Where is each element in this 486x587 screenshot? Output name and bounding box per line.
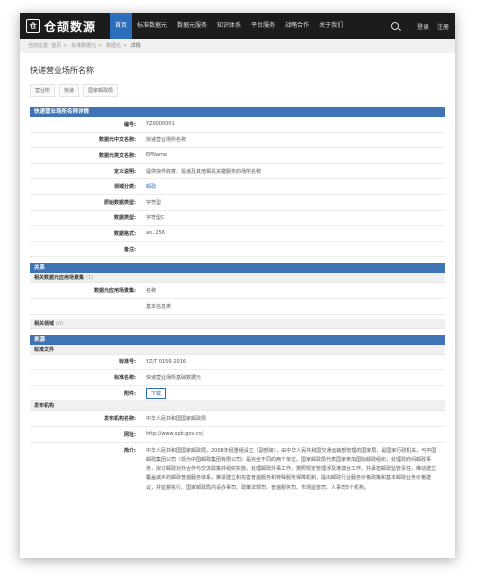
field-count: (0): [56, 320, 64, 327]
row-value: 基本信息类: [146, 303, 172, 310]
row-value: 字符型C: [146, 215, 165, 222]
row-label: 数据元英文名称:: [98, 152, 136, 159]
top-navbar: 仓 仓颉数源 首页 标准数据元 数据元服务 知识体系 平台服务 战略合作 关于我…: [20, 13, 455, 39]
nav-item-knowledge[interactable]: 知识体系: [212, 13, 246, 39]
detail-row: 数据类型: 字符型C: [30, 211, 445, 227]
row-label: 数据元中文名称:: [98, 137, 136, 144]
search-icon[interactable]: [390, 22, 399, 30]
scene-count: (1): [86, 275, 94, 282]
row-value: 提供快件收寄、投递及其他相关关键服务的场所名称: [146, 168, 262, 175]
nav-item-platform[interactable]: 平台服务: [246, 13, 280, 39]
detail-row: 备注:: [30, 242, 445, 258]
nav-item-standard-elements[interactable]: 标准数据元: [132, 13, 172, 39]
logo-icon: 仓: [26, 19, 40, 33]
row-label: 领域分类:: [114, 184, 136, 191]
org-row: 网址: http://www.spb.gov.cn/: [30, 427, 445, 443]
source-header: 来源: [30, 334, 445, 345]
row-label: 数据元应用场景集:: [93, 288, 136, 295]
nav-item-cooperation[interactable]: 战略合作: [280, 13, 314, 39]
nav-actions: 登录 注册: [390, 22, 455, 31]
detail-row: 数据元英文名称: EPName: [30, 148, 445, 164]
detail-row: 领域分类: 邮政: [30, 179, 445, 195]
intro-row: 简介: 中华人民共和国国家邮政局，2008年经重组设立（副部级），由中华人民共和国…: [30, 443, 445, 503]
tag-list: 营业所 快递 国家邮政局: [30, 84, 445, 97]
row-value: EPName: [146, 152, 167, 159]
scene-subheader[interactable]: 相关数据元应用场景集 (1): [30, 273, 445, 284]
row-label: 原始数据类型:: [103, 199, 136, 206]
row-value: 中华人民共和国国家邮政局: [146, 416, 207, 423]
website-link[interactable]: http://www.spb.gov.cn/: [142, 431, 445, 437]
std-subheader: 标准文件: [30, 344, 445, 355]
relations-section: 关系 相关数据元应用场景集 (1) 数据元应用场景集: 名称 基本信息类 相关领域(…: [30, 263, 445, 329]
row-label: 标准号:: [119, 359, 136, 366]
breadcrumb-prefix: 当前位置:: [28, 43, 50, 49]
row-label: 简介:: [124, 447, 136, 454]
page-title: 快递营业场所名称: [30, 66, 94, 75]
detail-row: 定义说明: 提供快件收寄、投递及其他相关关键服务的场所名称: [30, 164, 445, 180]
row-value: 快递营业场所名称: [146, 137, 187, 144]
relations-header: 关系: [30, 263, 445, 274]
detail-row: 数据格式: an..256: [30, 226, 445, 242]
row-value: 快递营业场所基础数据元: [146, 374, 202, 381]
row-value: YZ0000001: [146, 121, 175, 128]
row-value: 名称: [146, 288, 157, 295]
intro-text: 中华人民共和国国家邮政局，2008年经重组设立（副部级），由中华人民共和国交通运…: [146, 447, 437, 491]
field-subheader[interactable]: 相关领域 (0): [30, 318, 445, 329]
nav-item-home[interactable]: 首页: [110, 13, 133, 39]
scene-row: 数据元应用场景集: 名称: [30, 283, 445, 299]
row-label: 数据类型:: [114, 215, 136, 222]
row-value: 字符型: [146, 199, 162, 206]
detail-row: 数据元中文名称: 快递营业场所名称: [30, 133, 445, 149]
breadcrumb: 当前位置: 首页 > 标准数据元 > 数据元 > 详情: [20, 39, 455, 53]
tag-item[interactable]: 快递: [59, 84, 80, 97]
scene-row: 基本信息类: [30, 299, 445, 315]
logo[interactable]: 仓 仓颉数源: [20, 18, 110, 35]
detail-row: 编号: YZ0000001: [30, 117, 445, 133]
row-label: 定义说明:: [114, 168, 136, 175]
source-section: 来源 标准文件 标准号: YZ/T 0156-2016 标准名称: 快递营业场所基础…: [30, 334, 445, 503]
tag-item[interactable]: 营业所: [30, 84, 56, 97]
row-value: an..256: [146, 230, 165, 237]
nav-item-about[interactable]: 关于我们: [314, 13, 348, 39]
browser-page: 仓 仓颉数源 首页 标准数据元 数据元服务 知识体系 平台服务 战略合作 关于我…: [20, 13, 455, 558]
row-value: YZ/T 0156-2016: [146, 358, 187, 365]
breadcrumb-item-home[interactable]: 首页: [51, 43, 61, 49]
std-row: 标准号: YZ/T 0156-2016: [30, 355, 445, 371]
org-row: 发布机构名称: 中华人民共和国国家邮政局: [30, 411, 445, 427]
breadcrumb-item-standard[interactable]: 标准数据元: [71, 43, 96, 49]
row-label: 标准名称:: [114, 374, 136, 381]
nav-item-element-services[interactable]: 数据元服务: [172, 13, 212, 39]
register-link[interactable]: 注册: [437, 22, 449, 31]
detail-row: 原始数据类型: 字符型: [30, 195, 445, 211]
breadcrumb-item-current: 详情: [130, 43, 141, 49]
logo-glyph: 仓: [29, 22, 37, 30]
title-area: 快递营业场所名称 营业所 快递 国家邮政局: [20, 53, 455, 101]
row-label: 编号:: [124, 121, 136, 128]
download-button[interactable]: 下载: [146, 387, 167, 399]
logo-text: 仓颉数源: [44, 19, 97, 34]
tag-item[interactable]: 国家邮政局: [83, 84, 119, 97]
row-label: 网址:: [124, 431, 136, 438]
scene-title: 相关数据元应用场景集: [34, 275, 85, 282]
attachment-row: 附件: 下载: [30, 386, 445, 402]
org-subheader: 发布机构: [30, 401, 445, 412]
detail-header: 快递营业场所名称详情: [30, 107, 445, 117]
field-title: 相关领域: [34, 320, 55, 327]
row-label: 备注:: [124, 246, 136, 253]
domain-link[interactable]: 邮政: [142, 183, 445, 190]
row-label: 附件:: [124, 390, 136, 397]
breadcrumb-item-element[interactable]: 数据元: [106, 43, 121, 49]
row-label: 发布机构名称:: [103, 416, 136, 423]
detail-section: 快递营业场所名称详情 编号: YZ0000001 数据元中文名称: 快递营业场所名称…: [30, 107, 445, 258]
row-label: 数据格式:: [114, 230, 136, 237]
nav-menu: 首页 标准数据元 数据元服务 知识体系 平台服务 战略合作 关于我们: [110, 13, 348, 39]
login-link[interactable]: 登录: [417, 22, 429, 31]
std-row: 标准名称: 快递营业场所基础数据元: [30, 370, 445, 386]
